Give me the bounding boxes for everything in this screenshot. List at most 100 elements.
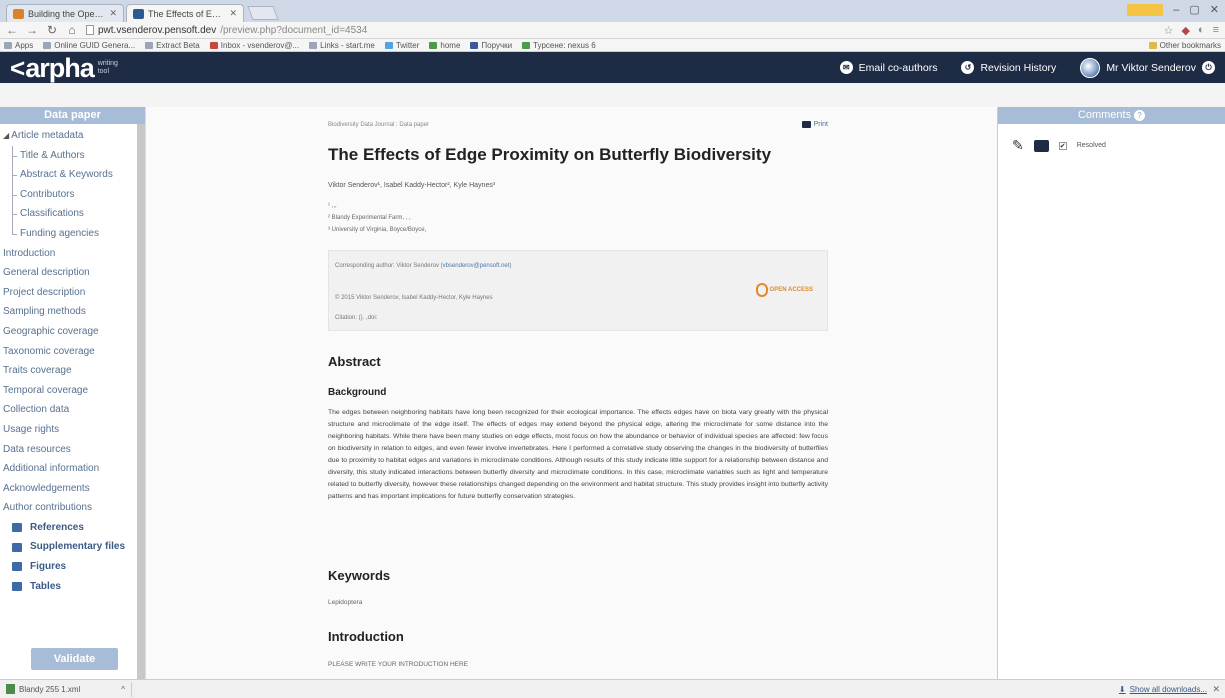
affiliation-1: ¹ ,,, [328,203,337,209]
outline-item-sampling-methods[interactable]: Sampling methods [0,302,145,322]
outline-item-supplementary-files[interactable]: Supplementary files [0,537,145,557]
document-outline: Data paper ◢ Article metadata Title & Aut… [0,107,146,679]
sidebar-scrollbar[interactable] [137,124,145,679]
keywords-text[interactable]: Lepidoptera [328,599,362,606]
outline-item-article-metadata[interactable]: ◢ Article metadata [0,126,145,146]
pin-icon[interactable]: ✎ [1012,137,1024,154]
startme-icon [309,41,318,49]
email-coauthors-button[interactable]: ✉ Email co-authors [839,61,937,74]
reload-icon[interactable]: ↻ [46,23,58,37]
outline-item-classifications[interactable]: Classifications [0,204,145,224]
outline-item-temporal-coverage[interactable]: Temporal coverage [0,381,145,401]
page-icon [145,41,154,49]
resolved-checkbox[interactable]: ✔ [1058,141,1067,150]
outline-item-acknowledgements[interactable]: Acknowledgements [0,479,145,499]
outline-item-project-description[interactable]: Project description [0,283,145,303]
outline-item-figures[interactable]: Figures [0,557,145,577]
article-page: Biodiversity Data Journal : Data paper P… [328,107,828,679]
revision-history-button[interactable]: ↺ Revision History [961,61,1056,74]
tab-title: Building the Open Biodi... [28,8,105,19]
back-icon[interactable]: ← [6,23,18,37]
corresponding-author: Corresponding author: Viktor Senderov (v… [335,263,512,269]
outline-item-additional-information[interactable]: Additional information [0,459,145,479]
bookmark-item[interactable]: Extract Beta [145,41,200,50]
apps-icon [4,41,12,49]
outline-item-general-description[interactable]: General description [0,263,145,283]
outline-item-references[interactable]: References [0,518,145,538]
maximize-icon[interactable]: ▢ [1189,3,1199,16]
bookmark-item[interactable]: Online GUID Genera... [43,41,135,50]
pocket-icon[interactable]: ◐ [1198,24,1205,37]
new-tab-button[interactable] [247,6,279,20]
outline-item-abstract-keywords[interactable]: Abstract & Keywords [0,165,145,185]
outline-item-contributors[interactable]: Contributors [0,184,145,205]
outline-item-title-authors[interactable]: Title & Authors [0,145,145,166]
browser-tab-active[interactable]: The Effects of Edge Proxi... ✕ [126,4,244,22]
minimize-icon[interactable]: – [1173,4,1179,16]
article-title[interactable]: The Effects of Edge Proximity on Butterf… [328,145,771,165]
outline-item-introduction[interactable]: Introduction [0,244,145,264]
introduction-text[interactable]: PLEASE WRITE YOUR INTRODUCTION HERE [328,661,468,668]
outline-item-collection-data[interactable]: Collection data [0,400,145,420]
bookmark-item[interactable]: home [429,41,460,50]
android-icon [522,41,531,49]
tab-close-icon[interactable]: ✕ [109,8,117,19]
outline-item-geographic-coverage[interactable]: Geographic coverage [0,322,145,342]
url-path: /preview.php?document_id=4534 [220,24,368,36]
outline-item-funding-agencies[interactable]: Funding agencies [0,223,145,244]
browser-tab[interactable]: Building the Open Biodi... ✕ [6,4,124,22]
show-all-downloads-link[interactable]: ⬇ Show all downloads... [1119,685,1207,694]
home-icon[interactable]: ⌂ [66,23,78,37]
document-preview: Biodiversity Data Journal : Data paper P… [146,107,997,679]
chart-icon [470,41,479,49]
bookmark-item[interactable]: Inbox - vsenderov@... [209,41,299,50]
background-text[interactable]: The edges between neighboring habitats h… [328,407,828,503]
outline-item-author-contributions[interactable]: Author contributions [0,498,145,518]
menu-icon[interactable]: ≡ [1213,24,1219,37]
close-download-bar-icon[interactable]: ✕ [1212,684,1220,695]
extension-icon[interactable]: ◆ [1181,24,1189,37]
add-comment-icon[interactable] [1033,139,1049,152]
corresponding-email-link[interactable]: vbsenderov@pensoft.net [443,263,510,269]
close-window-icon[interactable]: ✕ [1210,3,1219,16]
outline-item-tables[interactable]: Tables [0,577,145,597]
bookmarks-bar: Apps Online GUID Genera... Extract Beta … [0,39,1225,52]
outline-list: ◢ Article metadata Title & Authors Abstra… [0,124,145,596]
references-icon [12,523,22,533]
open-access-logo: OPEN ACCESS [755,283,813,297]
article-info-box: Corresponding author: Viktor Senderov (v… [328,250,828,331]
outline-item-data-resources[interactable]: Data resources [0,440,145,460]
page-icon [86,25,94,35]
bookmark-item[interactable]: Links - start.me [309,41,375,50]
help-icon[interactable]: ? [1134,110,1146,121]
outline-item-taxonomic-coverage[interactable]: Taxonomic coverage [0,342,145,362]
download-bar: Blandy 255 1.xml ^ ⬇ Show all downloads..… [0,679,1225,698]
other-bookmarks[interactable]: Other bookmarks [1148,41,1221,50]
tab-close-icon[interactable]: ✕ [229,8,237,19]
chevron-up-icon[interactable]: ^ [121,685,125,694]
article-authors[interactable]: Viktor Senderov¹, Isabel Kaddy-Hector², … [328,182,495,189]
print-button[interactable]: Print [801,121,828,128]
validate-button[interactable]: Validate [31,648,118,670]
bookmark-item[interactable]: Поручки [470,41,512,50]
outline-item-usage-rights[interactable]: Usage rights [0,420,145,440]
download-item[interactable]: Blandy 255 1.xml ^ [6,681,132,697]
bookmark-item[interactable]: Twitter [384,41,419,50]
outline-item-traits-coverage[interactable]: Traits coverage [0,361,145,381]
user-menu[interactable]: Mr Viktor Senderov ⏻ [1080,57,1215,78]
forward-icon[interactable]: → [26,23,38,37]
copyright-line: © 2015 Viktor Senderov, Isabel Kaddy-Hec… [335,295,493,301]
profile-chip[interactable] [1127,3,1164,16]
power-icon[interactable]: ⏻ [1202,61,1215,74]
journal-label: Biodiversity Data Journal : Data paper [328,122,430,128]
download-arrow-icon: ⬇ [1118,684,1126,694]
bookmark-apps[interactable]: Apps [4,41,33,50]
arpha-logo[interactable]: <arpha writing tool [10,53,120,83]
star-icon[interactable]: ☆ [1164,24,1174,37]
url-field[interactable]: pwt.vsenderov.pensoft.dev/preview.php?do… [86,25,1156,36]
bookmark-item[interactable]: Турсене: nexus 6 [522,41,596,50]
keywords-heading: Keywords [328,568,391,583]
email-icon: ✉ [839,61,853,74]
collapse-triangle-icon[interactable]: ◢ [3,131,9,140]
url-host: pwt.vsenderov.pensoft.dev [98,24,217,36]
